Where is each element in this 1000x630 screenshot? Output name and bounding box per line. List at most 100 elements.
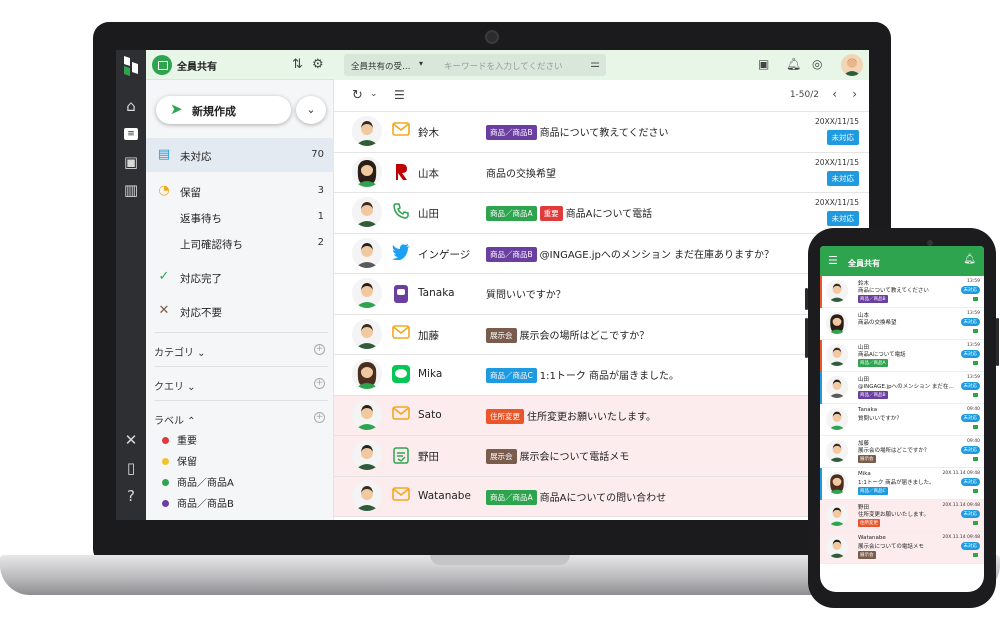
phone-header: ☰ 全員共有 🔔︎	[820, 246, 984, 276]
avatar	[826, 312, 848, 334]
search-input[interactable]: キーワードを入力してください	[444, 60, 563, 72]
nav-unhandled[interactable]: ▤ 未対応 70	[146, 138, 334, 172]
label-item[interactable]: 重要	[162, 432, 197, 447]
message-type-icon	[973, 425, 978, 429]
avatar	[352, 156, 382, 187]
add-query-icon[interactable]: +	[314, 378, 325, 389]
phone-message-row[interactable]: 山本 商品の交換希望 13:59 未対応	[820, 308, 984, 340]
message-row[interactable]: 鈴木 商品／商品B 商品について教えてください 20XX/11/15 未対応	[334, 112, 869, 153]
nav-hold[interactable]: ◔ 保留 3	[146, 174, 334, 208]
new-message-button[interactable]: ➤ 新規作成	[156, 96, 291, 124]
avatar	[352, 278, 382, 308]
nav-done[interactable]: ✓ 対応完了	[146, 260, 334, 294]
chevron-down-icon[interactable]: ⌄	[370, 89, 378, 99]
add-category-icon[interactable]: +	[314, 344, 325, 355]
label-dot	[162, 500, 169, 507]
message-list: 鈴木 商品／商品B 商品について教えてください 20XX/11/15 未対応 山本 商品の交…	[334, 112, 869, 517]
label-tag: 住所変更	[486, 408, 524, 424]
list-toolbar: ↻ ⌄ ☰ 1-50/2 ‹ ›	[334, 80, 869, 112]
avatar	[352, 318, 382, 349]
phone-message-row[interactable]: Watanabe 展示会についての電話メモ 展示会 20X.11.14 09:48 未対…	[820, 532, 984, 564]
phone-message-row[interactable]: Mika 1:1トーク 商品が届きました。 商品／商品C 20X.11.14 09:4…	[820, 468, 984, 500]
label-tag: 重要	[539, 206, 563, 221]
search-scope-select[interactable]: 全員共有の受…	[351, 60, 411, 72]
phone-message-row[interactable]: 山田 商品Aについて電話 商品／商品A 13:59 未対応	[820, 340, 984, 372]
label-item[interactable]: 商品／商品B	[162, 495, 234, 510]
phone-message-row[interactable]: Tanaka 質問いいですか？ 09:40 未対応	[820, 404, 984, 436]
inbox-icon: ▤	[157, 147, 171, 162]
message-row[interactable]: Mika 商品／商品C 1:1トーク 商品が届きました。	[334, 355, 869, 396]
message-row[interactable]: 山田 商品／商品A 重要 商品Aについて電話 20XX/11/15 未対応	[334, 193, 869, 234]
check-icon: ✓	[158, 269, 170, 284]
phone-message-row[interactable]: 山田 @INGAGE.jpへのメンション まだ在… 商品／商品B 13:59 未対応	[820, 372, 984, 404]
add-label-icon[interactable]: +	[314, 412, 325, 423]
hamburger-icon[interactable]: ☰	[828, 254, 838, 267]
book-icon[interactable]: ▯	[121, 458, 141, 478]
label-item[interactable]: 保留	[162, 453, 197, 468]
message-row[interactable]: 加藤 展示会 展示会の場所はどこですか？	[334, 314, 869, 355]
trash-icon[interactable]: ▣	[758, 57, 769, 71]
phone-message-row[interactable]: 鈴木 商品について教えてください 商品／商品B 13:59 未対応	[820, 276, 984, 308]
nav-awaiting-reply[interactable]: 返事待ち 1	[146, 204, 334, 230]
message-subject: @INGAGE.jpへのメンション まだ在…	[858, 384, 954, 390]
send-icon: ➤	[170, 100, 183, 118]
message-row[interactable]: インゲージ 商品／商品B @INGAGE.jpへのメンション まだ在庫ありますか？	[334, 233, 869, 274]
sender-name: 鈴木	[418, 127, 439, 139]
message-type-icon	[973, 297, 978, 301]
sender-name: Tanaka	[418, 287, 455, 299]
nav-boss-check[interactable]: 上司確認待ち 2	[146, 230, 334, 256]
message-subject: 商品／商品A 商品Aについての問い合わせ	[486, 489, 666, 505]
nav-not-needed[interactable]: ✕ 対応不要	[146, 294, 334, 328]
bell-icon[interactable]: 🔔︎	[786, 57, 801, 71]
message-row[interactable]: 山本 商品の交換希望 20XX/11/15 未対応	[334, 152, 869, 193]
divider	[154, 400, 328, 401]
avatar[interactable]	[841, 54, 863, 76]
avatar	[826, 472, 848, 494]
desktop-screen: ⌂ ≡ ▣ ▥ ✕ ▯ ? 全員共有 ⇅ ⚙ ➤ 新規作成 ⌄ ▤ 未対応 70…	[116, 50, 869, 520]
next-page-icon[interactable]: ›	[852, 87, 857, 101]
sender-name: Mika	[858, 471, 871, 477]
status-badge: 未対応	[960, 478, 980, 486]
mail-icon	[392, 122, 410, 140]
mail-icon	[392, 405, 410, 424]
refresh-icon[interactable]: ↻	[352, 88, 363, 103]
sort-icon[interactable]: ⇅	[292, 57, 303, 72]
panel-title: 全員共有	[177, 62, 217, 73]
phone-message-row[interactable]: 野田 住所変更お願いいたします。 住所変更 20X.11.14 09:48 未対応	[820, 500, 984, 532]
message-subject: 商品／商品C 1:1トーク 商品が届きました。	[486, 367, 679, 383]
contacts-icon[interactable]: ▣	[121, 152, 141, 172]
status-badge: 未対応	[960, 510, 980, 518]
inbox-rail-icon[interactable]: ≡	[124, 128, 138, 140]
label-tag: 商品／商品C	[486, 368, 537, 383]
x-icon: ✕	[158, 303, 170, 318]
label-item[interactable]: 商品／商品A	[162, 474, 234, 489]
gear-icon[interactable]: ⚙	[312, 57, 324, 72]
label-tag: 商品／商品B	[858, 295, 888, 303]
list-options-icon[interactable]: ☰	[394, 88, 405, 102]
new-dropdown-button[interactable]: ⌄	[296, 96, 326, 124]
phone-button	[805, 288, 808, 310]
labels-section[interactable]: ラベル ⌃	[154, 412, 196, 427]
message-subject: 展示会 展示会の場所はどこですか？	[486, 327, 649, 343]
message-date: 13:59	[967, 375, 980, 380]
bell-icon[interactable]: 🔔︎	[963, 254, 976, 265]
phone-message-row[interactable]: 加藤 展示会の場所はどこですか？ 展示会 09:40 未対応	[820, 436, 984, 468]
reports-icon[interactable]: ▥	[121, 180, 141, 200]
filter-icon[interactable]: ⚌	[590, 57, 600, 70]
search-bar[interactable]: 全員共有の受… ▾ キーワードを入力してください ⚌	[344, 54, 606, 76]
home-icon[interactable]: ⌂	[121, 96, 141, 116]
avatar	[826, 408, 848, 430]
chat-icon[interactable]: ◎	[812, 57, 822, 71]
help-icon[interactable]: ?	[121, 486, 141, 506]
message-date: 09:40	[967, 407, 980, 412]
message-row[interactable]: Tanaka 質問いいですか？	[334, 274, 869, 315]
prev-page-icon[interactable]: ‹	[832, 87, 837, 101]
message-subject: 商品／商品B @INGAGE.jpへのメンション まだ在庫ありますか？	[486, 246, 774, 262]
message-row[interactable]: 野田 展示会 展示会について電話メモ	[334, 436, 869, 477]
message-row[interactable]: Watanabe 商品／商品A 商品Aについての問い合わせ	[334, 476, 869, 517]
category-section[interactable]: カテゴリ ⌄	[154, 344, 206, 359]
query-section[interactable]: クエリ ⌄	[154, 378, 196, 393]
message-row[interactable]: Sato 住所変更 住所変更お願いいたします。	[334, 395, 869, 436]
sender-name: 野田	[418, 451, 439, 463]
tools-icon[interactable]: ✕	[121, 430, 141, 450]
